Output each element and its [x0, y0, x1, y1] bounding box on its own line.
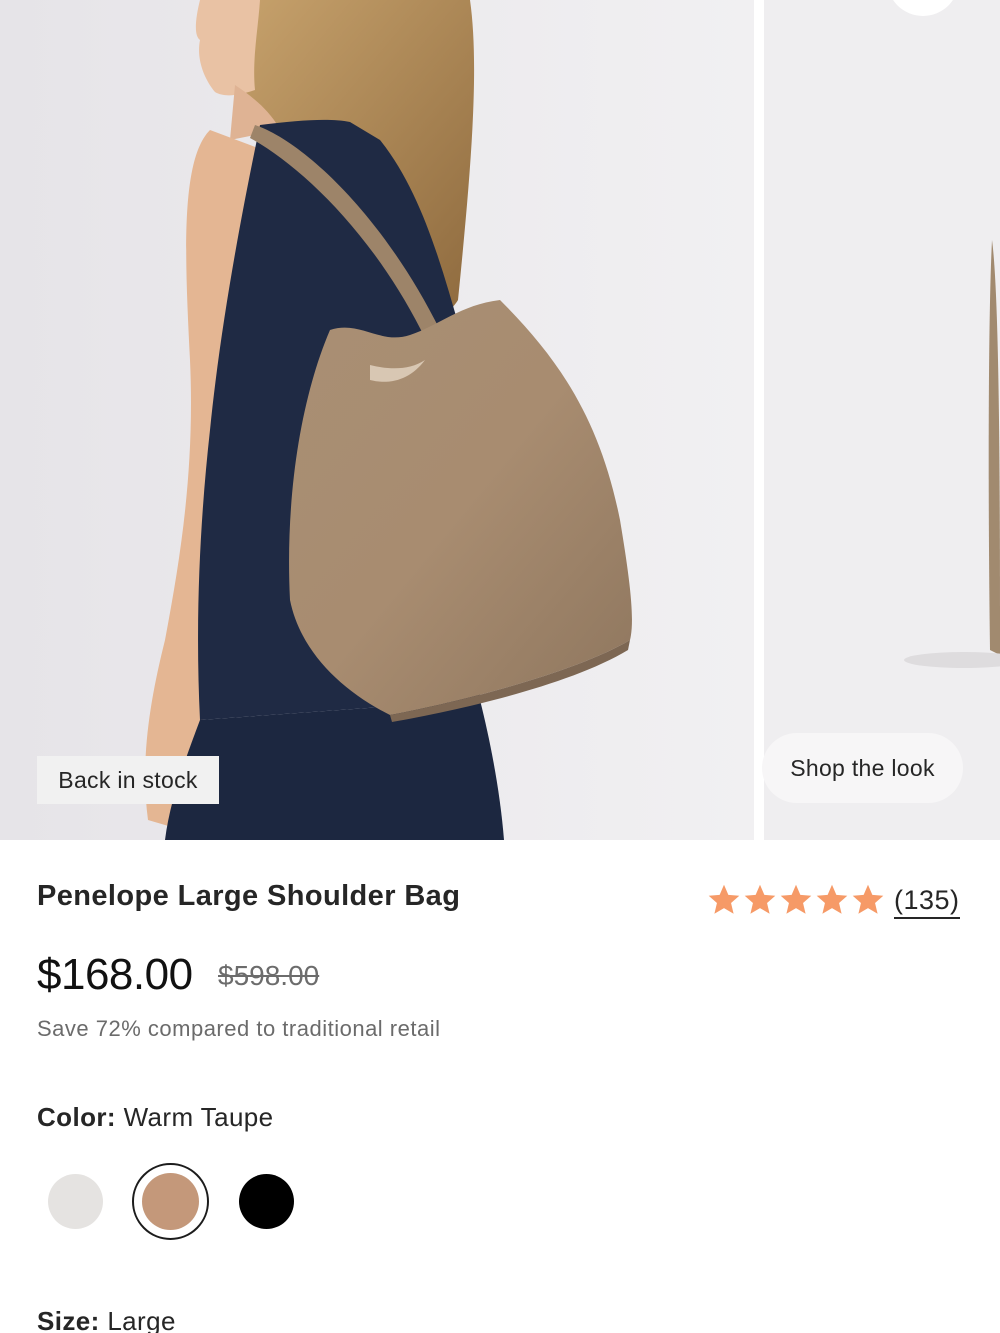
star-icon — [780, 884, 812, 914]
product-rating[interactable]: (135) — [706, 880, 960, 920]
bag-product-image — [764, 0, 1000, 840]
model-with-bag-image — [0, 0, 754, 840]
size-selector-label: Size: Large — [37, 1306, 176, 1333]
color-selector-label: Color: Warm Taupe — [37, 1102, 274, 1133]
shop-the-look-button[interactable]: Shop the look — [762, 733, 963, 803]
sale-price: $168.00 — [37, 950, 193, 999]
back-in-stock-badge: Back in stock — [37, 756, 219, 804]
product-image-main[interactable]: Back in stock — [0, 0, 754, 840]
size-label-key: Size: — [37, 1306, 100, 1333]
selected-color-name: Warm Taupe — [123, 1102, 274, 1132]
star-icon — [852, 884, 884, 914]
review-count-text[interactable]: (135) — [894, 884, 960, 919]
compare-at-price: $598.00 — [218, 960, 320, 991]
product-image-gallery[interactable]: Back in stock Shop the look — [0, 0, 1000, 840]
review-count-link[interactable]: (135) — [894, 884, 960, 919]
savings-text: Save 72% compared to traditional retail — [37, 1016, 441, 1041]
star-icon — [744, 884, 776, 914]
product-image-next[interactable] — [764, 0, 1000, 840]
color-swatch-black[interactable] — [239, 1174, 294, 1229]
color-swatch-warm-taupe[interactable] — [142, 1173, 199, 1230]
star-icon — [816, 884, 848, 914]
rating-stars — [706, 882, 886, 918]
product-title: Penelope Large Shoulder Bag — [37, 880, 461, 912]
selected-size-name: Large — [107, 1306, 176, 1333]
color-swatch-light-grey[interactable] — [48, 1174, 103, 1229]
star-icon — [708, 884, 740, 914]
color-label-key: Color: — [37, 1102, 116, 1132]
